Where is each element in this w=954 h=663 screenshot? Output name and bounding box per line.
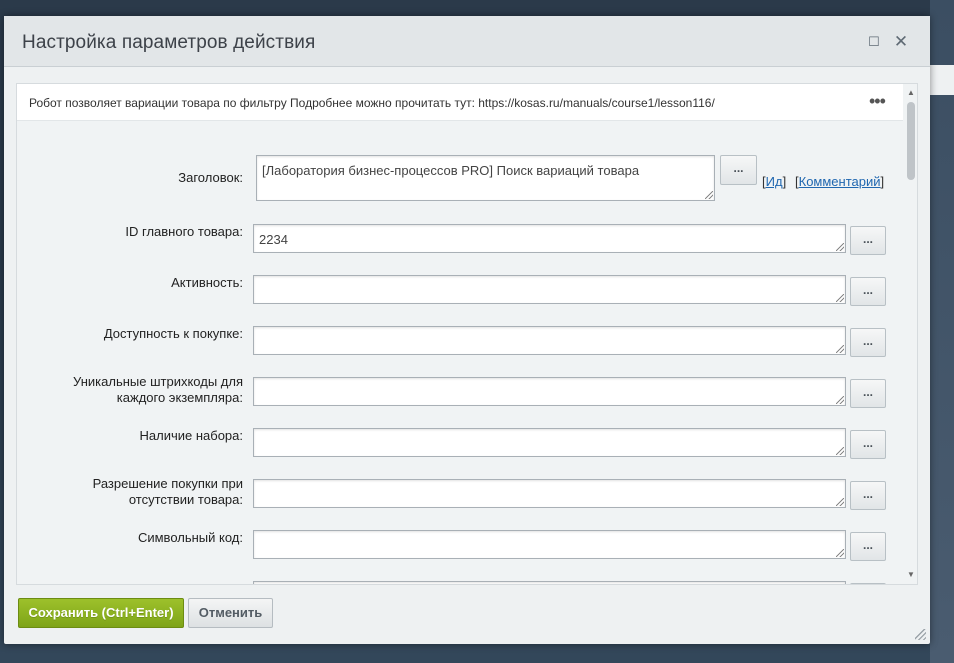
field-label: Наличие набора: xyxy=(139,428,244,443)
close-icon[interactable]: ✕ xyxy=(892,33,910,51)
bundle-availability-field[interactable] xyxy=(253,428,846,457)
more-horizontal-icon[interactable]: ••• xyxy=(869,92,886,110)
resize-grip-icon[interactable] xyxy=(836,243,844,251)
field-label: ID главного товара: xyxy=(125,224,243,239)
field-value: 2234 xyxy=(259,232,288,247)
field-label: Символьный код: xyxy=(137,530,243,545)
purchase-out-of-stock-field[interactable] xyxy=(253,479,846,508)
scroll-down-icon[interactable]: ▼ xyxy=(906,570,916,580)
dialog-title: Настройка параметров действия xyxy=(22,32,316,53)
scroll-up-icon[interactable]: ▲ xyxy=(906,88,916,98)
main-product-id-field[interactable]: 2234 xyxy=(253,224,846,253)
field-label: Уникальные штрихкоды для каждого экземпл… xyxy=(73,374,243,405)
field-select-button[interactable]: ... xyxy=(850,430,886,459)
resize-grip-icon[interactable] xyxy=(836,294,844,302)
dialog-content: Робот позволяет вариации товара по фильт… xyxy=(16,83,918,585)
comment-link-wrap: [Комментарий] xyxy=(795,174,885,189)
field-select-button-partial[interactable] xyxy=(850,583,886,584)
field-select-button[interactable]: ... xyxy=(850,328,886,357)
description-text: Робот позволяет вариации товара по фильт… xyxy=(29,96,715,110)
maximize-icon[interactable]: ☐ xyxy=(865,33,883,51)
description-bar: Робот позволяет вариации товара по фильт… xyxy=(17,84,903,121)
resize-grip-icon[interactable] xyxy=(836,549,844,557)
background-panel-edge xyxy=(930,65,954,95)
cancel-button[interactable]: Отменить xyxy=(188,598,273,628)
symbol-code-field[interactable] xyxy=(253,530,846,559)
vertical-scrollbar[interactable]: ▲ ▼ xyxy=(904,84,917,584)
resize-grip-icon[interactable] xyxy=(836,447,844,455)
id-link-wrap: [Ид] xyxy=(762,174,787,189)
dialog-titlebar: Настройка параметров действия ☐ ✕ xyxy=(4,16,930,67)
resize-grip-icon[interactable] xyxy=(705,191,713,199)
title-field-value: [Лаборатория бизнес-процессов PRO] Поиск… xyxy=(262,163,640,178)
resize-grip-icon[interactable] xyxy=(836,498,844,506)
next-field-partial[interactable] xyxy=(253,581,846,584)
resize-grip-icon[interactable] xyxy=(836,396,844,404)
id-link[interactable]: Ид xyxy=(766,174,783,189)
resize-grip-icon[interactable] xyxy=(836,345,844,353)
title-label: Заголовок: xyxy=(178,170,243,185)
form-area: Заголовок: [Лаборатория бизнес-процессов… xyxy=(17,122,903,584)
field-label: Разрешение покупки при отсутствии товара… xyxy=(92,476,243,507)
title-field[interactable]: [Лаборатория бизнес-процессов PRO] Поиск… xyxy=(256,155,715,201)
comment-link[interactable]: Комментарий xyxy=(799,174,881,189)
field-select-button[interactable]: ... xyxy=(850,226,886,255)
save-button[interactable]: Сохранить (Ctrl+Enter) xyxy=(18,598,184,628)
field-select-button[interactable]: ... xyxy=(850,277,886,306)
field-label: Доступность к покупке: xyxy=(103,326,243,341)
field-select-button[interactable]: ... xyxy=(850,532,886,561)
dialog-resize-grip-icon[interactable] xyxy=(915,629,926,640)
scroll-thumb[interactable] xyxy=(907,102,915,180)
background-window xyxy=(930,0,954,663)
purchase-availability-field[interactable] xyxy=(253,326,846,355)
field-select-button[interactable]: ... xyxy=(850,481,886,510)
title-select-button[interactable]: ... xyxy=(720,155,757,185)
field-select-button[interactable]: ... xyxy=(850,379,886,408)
action-settings-dialog: Настройка параметров действия ☐ ✕ Робот … xyxy=(4,16,930,644)
unique-barcodes-field[interactable] xyxy=(253,377,846,406)
field-label: Активность: xyxy=(171,275,243,290)
activity-field[interactable] xyxy=(253,275,846,304)
